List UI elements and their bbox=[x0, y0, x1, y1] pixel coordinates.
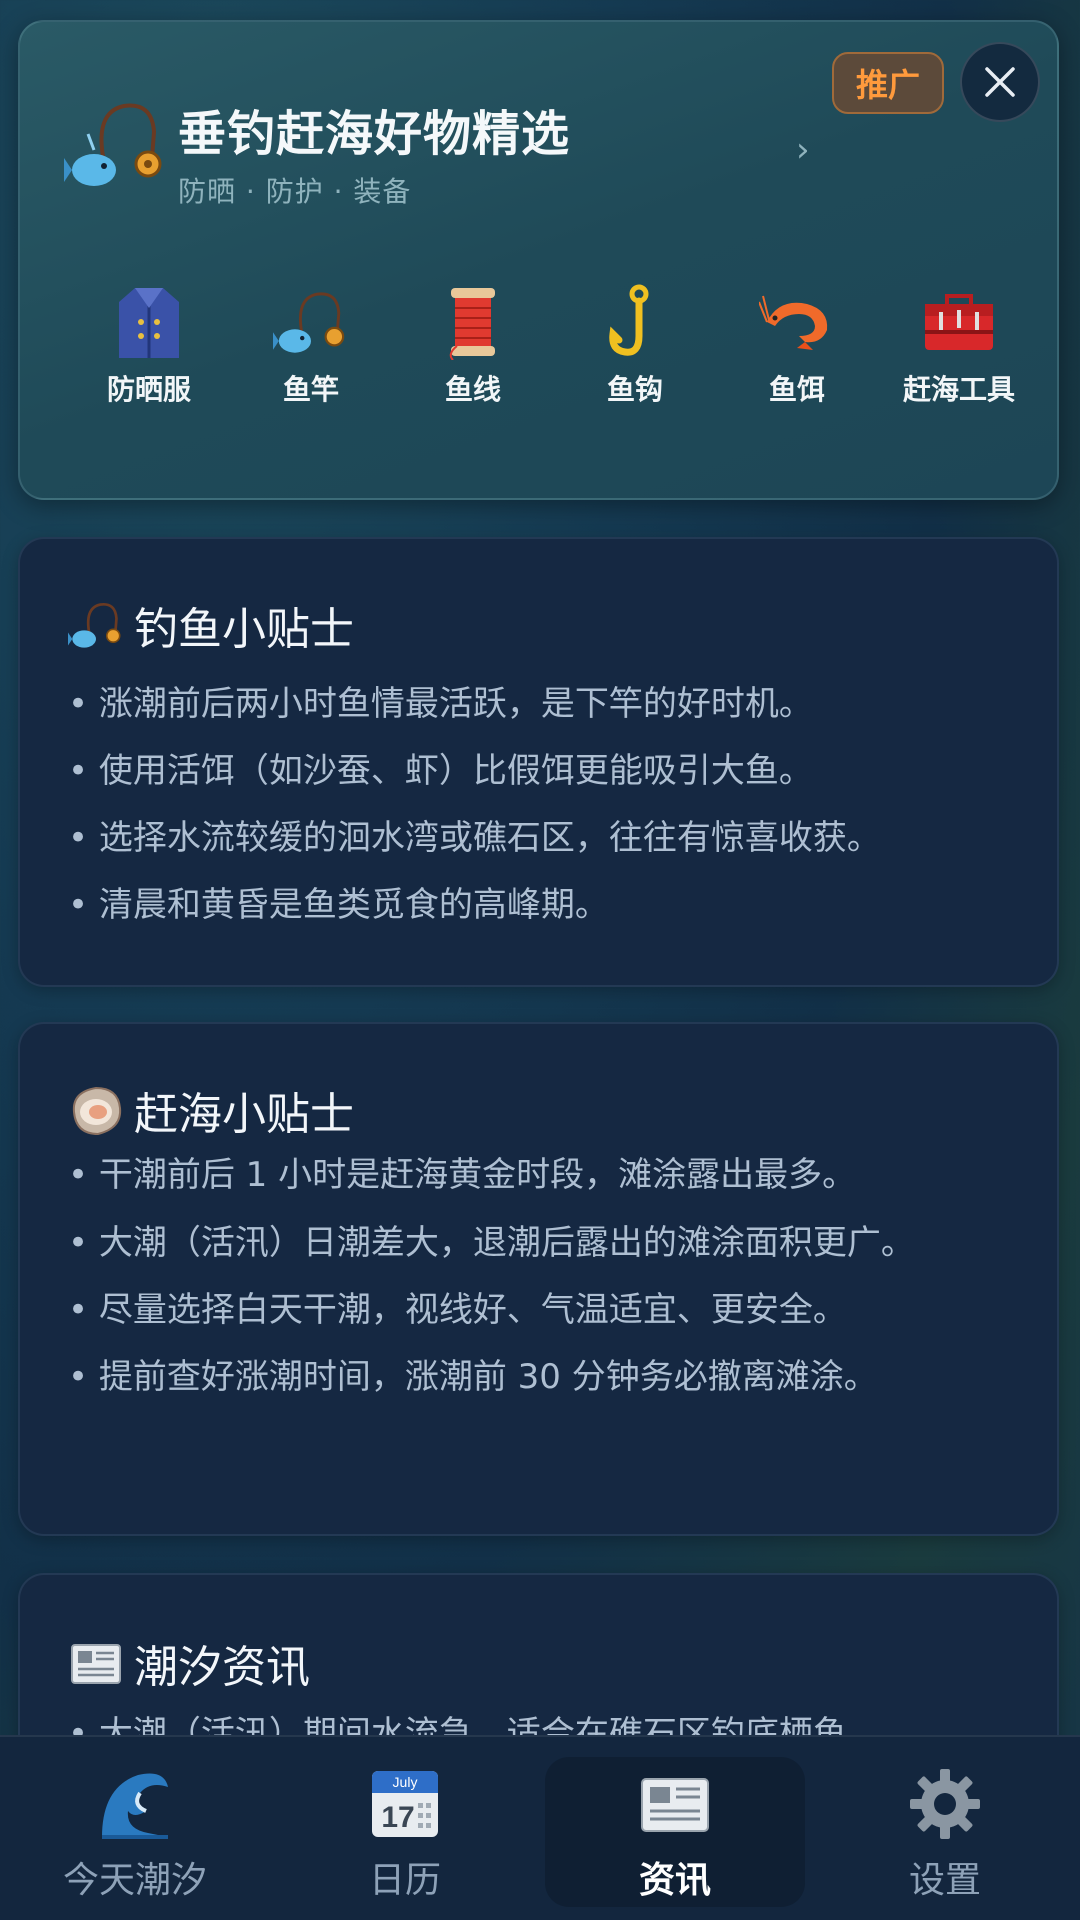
tips-list: • 干潮前后 1 小时是赶海黄金时段，滩涂露出最多。 • 大潮（活汛）日潮差大，… bbox=[68, 1142, 987, 1411]
category-label: 鱼线 bbox=[444, 373, 501, 406]
category-row: 防晒服 鱼竿 鱼线 鱼钩 鱼饵 赶海工具 bbox=[74, 282, 1034, 408]
promo-card[interactable]: 垂钓赶海好物精选 防晒 · 防护 · 装备 › 推广 防晒服 鱼竿 鱼线 鱼钩 … bbox=[18, 20, 1059, 500]
tip-item: • 使用活饵（如沙蚕、虾）比假饵更能吸引大鱼。 bbox=[68, 751, 813, 791]
category-label: 鱼饵 bbox=[768, 373, 825, 406]
tip-item: • 尽量选择白天干潮，视线好、气温适宜、更安全。 bbox=[68, 1290, 847, 1330]
wave-icon bbox=[98, 1767, 172, 1841]
tip-item: • 清晨和黄昏是鱼类觅食的高峰期。 bbox=[68, 885, 609, 925]
chevron-right-icon[interactable]: › bbox=[796, 130, 810, 170]
category-label: 鱼钩 bbox=[606, 373, 663, 406]
category-fishing-hook[interactable]: 鱼钩 bbox=[560, 282, 710, 408]
nav-item-settings[interactable]: 设置 bbox=[810, 1737, 1080, 1920]
nav-label: 资讯 bbox=[638, 1860, 711, 1901]
card-header: 赶海小贴士 bbox=[68, 1078, 354, 1142]
shrimp-icon bbox=[757, 282, 837, 362]
fishing-tips-card: 钓鱼小贴士 • 涨潮前后两小时鱼情最活跃，是下竿的好时机。 • 使用活饵（如沙蚕… bbox=[18, 537, 1059, 987]
nav-label: 今天潮汐 bbox=[62, 1860, 207, 1901]
category-label: 防晒服 bbox=[106, 373, 191, 406]
category-fishing-line[interactable]: 鱼线 bbox=[398, 282, 548, 408]
calendar-icon: July 17 bbox=[368, 1767, 442, 1841]
category-bait[interactable]: 鱼饵 bbox=[722, 282, 872, 408]
card-title: 钓鱼小贴士 bbox=[134, 604, 354, 655]
promo-title: 垂钓赶海好物精选 bbox=[178, 106, 571, 162]
tip-item: • 选择水流较缓的洄水湾或礁石区，往往有惊喜收获。 bbox=[68, 818, 881, 858]
nav-item-today-tide[interactable]: 今天潮汐 bbox=[0, 1737, 270, 1920]
card-header: 潮汐资讯 bbox=[68, 1631, 310, 1695]
tips-list: • 涨潮前后两小时鱼情最活跃，是下竿的好时机。 • 使用活饵（如沙蚕、虾）比假饵… bbox=[68, 671, 1017, 939]
category-beach-tools[interactable]: 赶海工具 bbox=[884, 282, 1034, 408]
close-icon bbox=[985, 67, 1015, 97]
coat-icon bbox=[109, 282, 189, 362]
category-label: 鱼竿 bbox=[282, 373, 339, 406]
fishing-rod-icon bbox=[64, 92, 168, 196]
card-title: 赶海小贴士 bbox=[134, 1089, 354, 1140]
nav-label: 设置 bbox=[908, 1860, 981, 1901]
nav-item-news[interactable]: 资讯 bbox=[540, 1737, 810, 1920]
bottom-nav: 今天潮汐 July 17 日历 资讯 设置 bbox=[0, 1735, 1080, 1920]
ad-badge: 推广 bbox=[832, 52, 944, 114]
gear-icon bbox=[908, 1767, 982, 1841]
calendar-day: 17 bbox=[381, 1801, 414, 1834]
promo-subtitle: 防晒 · 防护 · 装备 bbox=[178, 175, 412, 208]
card-header: 钓鱼小贴士 bbox=[68, 593, 354, 657]
newspaper-icon bbox=[638, 1767, 712, 1841]
category-sun-protection-clothing[interactable]: 防晒服 bbox=[74, 282, 224, 408]
oyster-icon bbox=[68, 1082, 124, 1138]
tip-item: • 涨潮前后两小时鱼情最活跃，是下竿的好时机。 bbox=[68, 684, 813, 724]
category-fishing-rod[interactable]: 鱼竿 bbox=[236, 282, 386, 408]
fishing-rod-icon bbox=[271, 282, 351, 362]
hook-icon bbox=[595, 282, 675, 362]
calendar-month: July bbox=[393, 1774, 418, 1790]
nav-item-calendar[interactable]: July 17 日历 bbox=[270, 1737, 540, 1920]
category-label: 赶海工具 bbox=[902, 373, 1015, 406]
close-button[interactable] bbox=[960, 42, 1040, 122]
newspaper-icon bbox=[68, 1635, 124, 1691]
spool-thread-icon bbox=[433, 282, 513, 362]
fishing-rod-icon bbox=[68, 597, 124, 653]
card-title: 潮汐资讯 bbox=[134, 1642, 310, 1693]
tip-item: • 提前查好涨潮时间，涨潮前 30 分钟务必撤离滩涂。 bbox=[68, 1357, 878, 1397]
beach-tips-card: 赶海小贴士 • 干潮前后 1 小时是赶海黄金时段，滩涂露出最多。 • 大潮（活汛… bbox=[18, 1022, 1059, 1536]
nav-label: 日历 bbox=[368, 1860, 441, 1901]
tip-item: • 大潮（活汛）日潮差大，退潮后露出的滩涂面积更广。 bbox=[68, 1223, 915, 1263]
tip-item: • 干潮前后 1 小时是赶海黄金时段，滩涂露出最多。 bbox=[68, 1155, 857, 1195]
toolbox-icon bbox=[919, 282, 999, 362]
